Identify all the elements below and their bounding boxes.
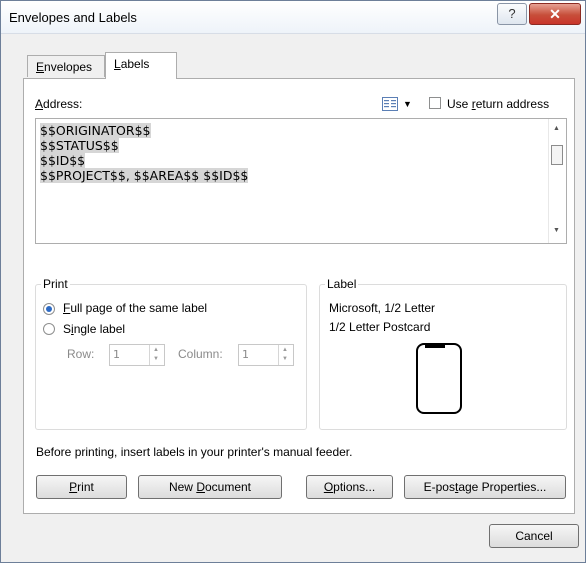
new-document-post: ocument [204, 480, 252, 494]
print-label: rint [77, 480, 94, 494]
address-textarea[interactable]: $$ORIGINATOR$$ $$STATUS$$ $$ID$$ $$PROJE… [35, 118, 567, 244]
row-label: Row: [67, 347, 95, 361]
column-spin-buttons[interactable]: ▲ ▼ [278, 345, 293, 365]
new-document-accel: D [196, 480, 205, 494]
tab-labels[interactable]: Labels [105, 52, 177, 79]
epostage-post: age Properties... [458, 480, 547, 494]
column-up-icon[interactable]: ▲ [282, 347, 288, 353]
column-down-icon[interactable]: ▼ [282, 356, 288, 362]
single-label-label[interactable]: Single label [63, 322, 125, 336]
use-return-pre: Use [447, 97, 472, 111]
options-button[interactable]: Options... [306, 475, 393, 499]
label-preview-bar [425, 344, 445, 348]
address-line: $$PROJECT$$, $$AREA$$ $$ID$$ [40, 168, 249, 183]
use-return-address-checkbox[interactable] [429, 97, 441, 109]
tab-labels-accel: L [114, 57, 121, 71]
single-label-radio[interactable] [43, 323, 55, 335]
address-line: $$ORIGINATOR$$ [40, 123, 248, 138]
use-return-post: eturn address [475, 97, 550, 111]
address-line-2: $$STATUS$$ [40, 138, 119, 153]
epostage-pre: E-pos [423, 480, 455, 494]
print-button[interactable]: Print [36, 475, 127, 499]
row-down-icon[interactable]: ▼ [153, 356, 159, 362]
tab-envelopes-accel: E [36, 60, 45, 74]
print-accel: P [69, 480, 78, 494]
address-scrollbar[interactable]: ▲ ▼ [548, 119, 566, 243]
label-vendor[interactable]: Microsoft, 1/2 Letter [329, 301, 435, 315]
close-button[interactable]: ✕ [529, 3, 581, 25]
address-label-text: ddress: [43, 97, 83, 111]
use-return-address-label[interactable]: Use return address [447, 97, 549, 111]
help-button[interactable]: ? [497, 3, 527, 25]
address-line-1: $$ORIGINATOR$$ [40, 123, 151, 138]
scroll-up-arrow-icon[interactable]: ▲ [553, 125, 560, 132]
address-accel: A [35, 97, 44, 111]
dialog-title: Envelopes and Labels [9, 10, 137, 25]
options-label: ptions... [333, 480, 376, 494]
single-label-pre: S [63, 322, 72, 336]
new-document-button[interactable]: New Document [138, 475, 282, 499]
row-spinner[interactable]: 1 ▲ ▼ [109, 344, 165, 366]
column-value: 1 [242, 348, 249, 361]
row-spin-buttons[interactable]: ▲ ▼ [149, 345, 164, 365]
row-value: 1 [113, 348, 120, 361]
tab-envelopes[interactable]: Envelopes [27, 55, 105, 77]
epostage-properties-button[interactable]: E-postage Properties... [404, 475, 566, 499]
scroll-thumb[interactable] [551, 145, 563, 165]
column-label: Column: [178, 347, 223, 361]
tab-envelopes-label: nvelopes [44, 60, 93, 74]
full-page-label[interactable]: Full page of the same label [63, 301, 207, 315]
address-text: $$ORIGINATOR$$ $$STATUS$$ $$ID$$ $$PROJE… [40, 123, 249, 183]
address-book-dropdown-icon[interactable]: ▼ [403, 97, 412, 111]
new-document-pre: New [168, 480, 197, 494]
cancel-button[interactable]: Cancel [489, 524, 579, 548]
label-product[interactable]: 1/2 Letter Postcard [329, 320, 430, 334]
address-book-icon[interactable] [382, 97, 398, 111]
tab-labels-label: abels [120, 57, 150, 71]
print-group-legend: Print [41, 277, 70, 291]
scroll-down-arrow-icon[interactable]: ▼ [553, 227, 560, 234]
label-group-legend: Label [325, 277, 359, 291]
envelopes-labels-dialog: Envelopes and Labels ? ✕ Envelopes Label… [0, 0, 586, 563]
full-page-radio[interactable] [43, 303, 55, 315]
address-line: $$ID$$ [40, 153, 248, 168]
printer-note: Before printing, insert labels in your p… [36, 445, 353, 459]
address-line: $$STATUS$$ [40, 138, 248, 153]
address-line-4: $$PROJECT$$, $$AREA$$ $$ID$$ [40, 168, 249, 183]
address-label: Address: [35, 97, 82, 111]
full-page-text: ull page of the same label [70, 301, 208, 315]
single-label-post: ngle label [73, 322, 126, 336]
title-bar: Envelopes and Labels ? ✕ [1, 1, 585, 34]
label-preview-icon[interactable] [416, 343, 462, 414]
row-up-icon[interactable]: ▲ [153, 347, 159, 353]
column-spinner[interactable]: 1 ▲ ▼ [238, 344, 294, 366]
options-accel: O [323, 480, 334, 494]
address-line-3: $$ID$$ [40, 153, 86, 168]
